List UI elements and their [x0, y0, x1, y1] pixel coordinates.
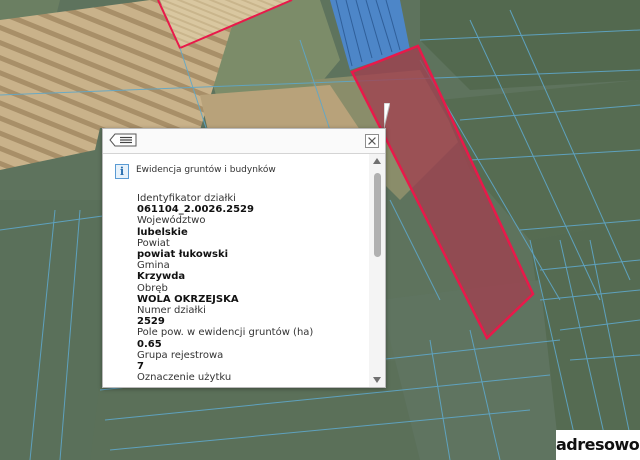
label-numer-dzialki: Numer działki — [137, 305, 206, 317]
section-title: Ewidencja gruntów i budynków — [136, 165, 276, 175]
popup-pointer — [384, 103, 390, 129]
label-oznaczenie-uzytku: Oznaczenie użytku — [137, 372, 232, 384]
popup-content[interactable]: i Ewidencja gruntów i budynków Identyfik… — [103, 154, 369, 387]
parcel-info-popup: i Ewidencja gruntów i budynków Identyfik… — [102, 128, 386, 388]
close-icon[interactable] — [365, 134, 379, 148]
list-menu-icon[interactable] — [109, 133, 137, 147]
value-obreb: WOLA OKRZEJSKA — [137, 293, 239, 305]
popup-header — [103, 129, 385, 154]
label-grupa-rejestrowa: Grupa rejestrowa — [137, 349, 224, 361]
label-pole-pow: Pole pow. w ewidencji gruntów (ha) — [137, 327, 314, 339]
label-obreb: Obręb — [137, 282, 168, 294]
popup-scrollbar[interactable] — [369, 154, 385, 387]
value-wojewodztwo: lubelskie — [137, 226, 188, 238]
value-gmina: Krzywda — [137, 271, 186, 283]
info-icon: i — [115, 164, 129, 179]
value-pole-pow: 0.65 — [137, 338, 162, 350]
value-powiat: powiat łukowski — [137, 249, 229, 261]
label-identyfikator: Identyfikator działki — [137, 193, 236, 204]
label-wojewodztwo: Województwo — [137, 215, 206, 227]
label-powiat: Powiat — [137, 237, 170, 249]
arrow-up-icon[interactable] — [369, 154, 385, 168]
arrow-down-icon[interactable] — [369, 373, 385, 387]
adresowo-logo[interactable]: adresowo.pl — [556, 430, 640, 460]
value-numer-dzialki: 2529 — [137, 316, 165, 328]
scrollbar-thumb[interactable] — [374, 173, 381, 257]
label-gmina: Gmina — [137, 260, 170, 272]
value-grupa-rejestrowa: 7 — [137, 361, 144, 373]
attribute-list: Identyfikator działki 061104_2.0026.2529… — [137, 193, 367, 383]
value-identyfikator: 061104_2.0026.2529 — [137, 204, 254, 216]
logo-name: adresowo — [556, 435, 640, 454]
